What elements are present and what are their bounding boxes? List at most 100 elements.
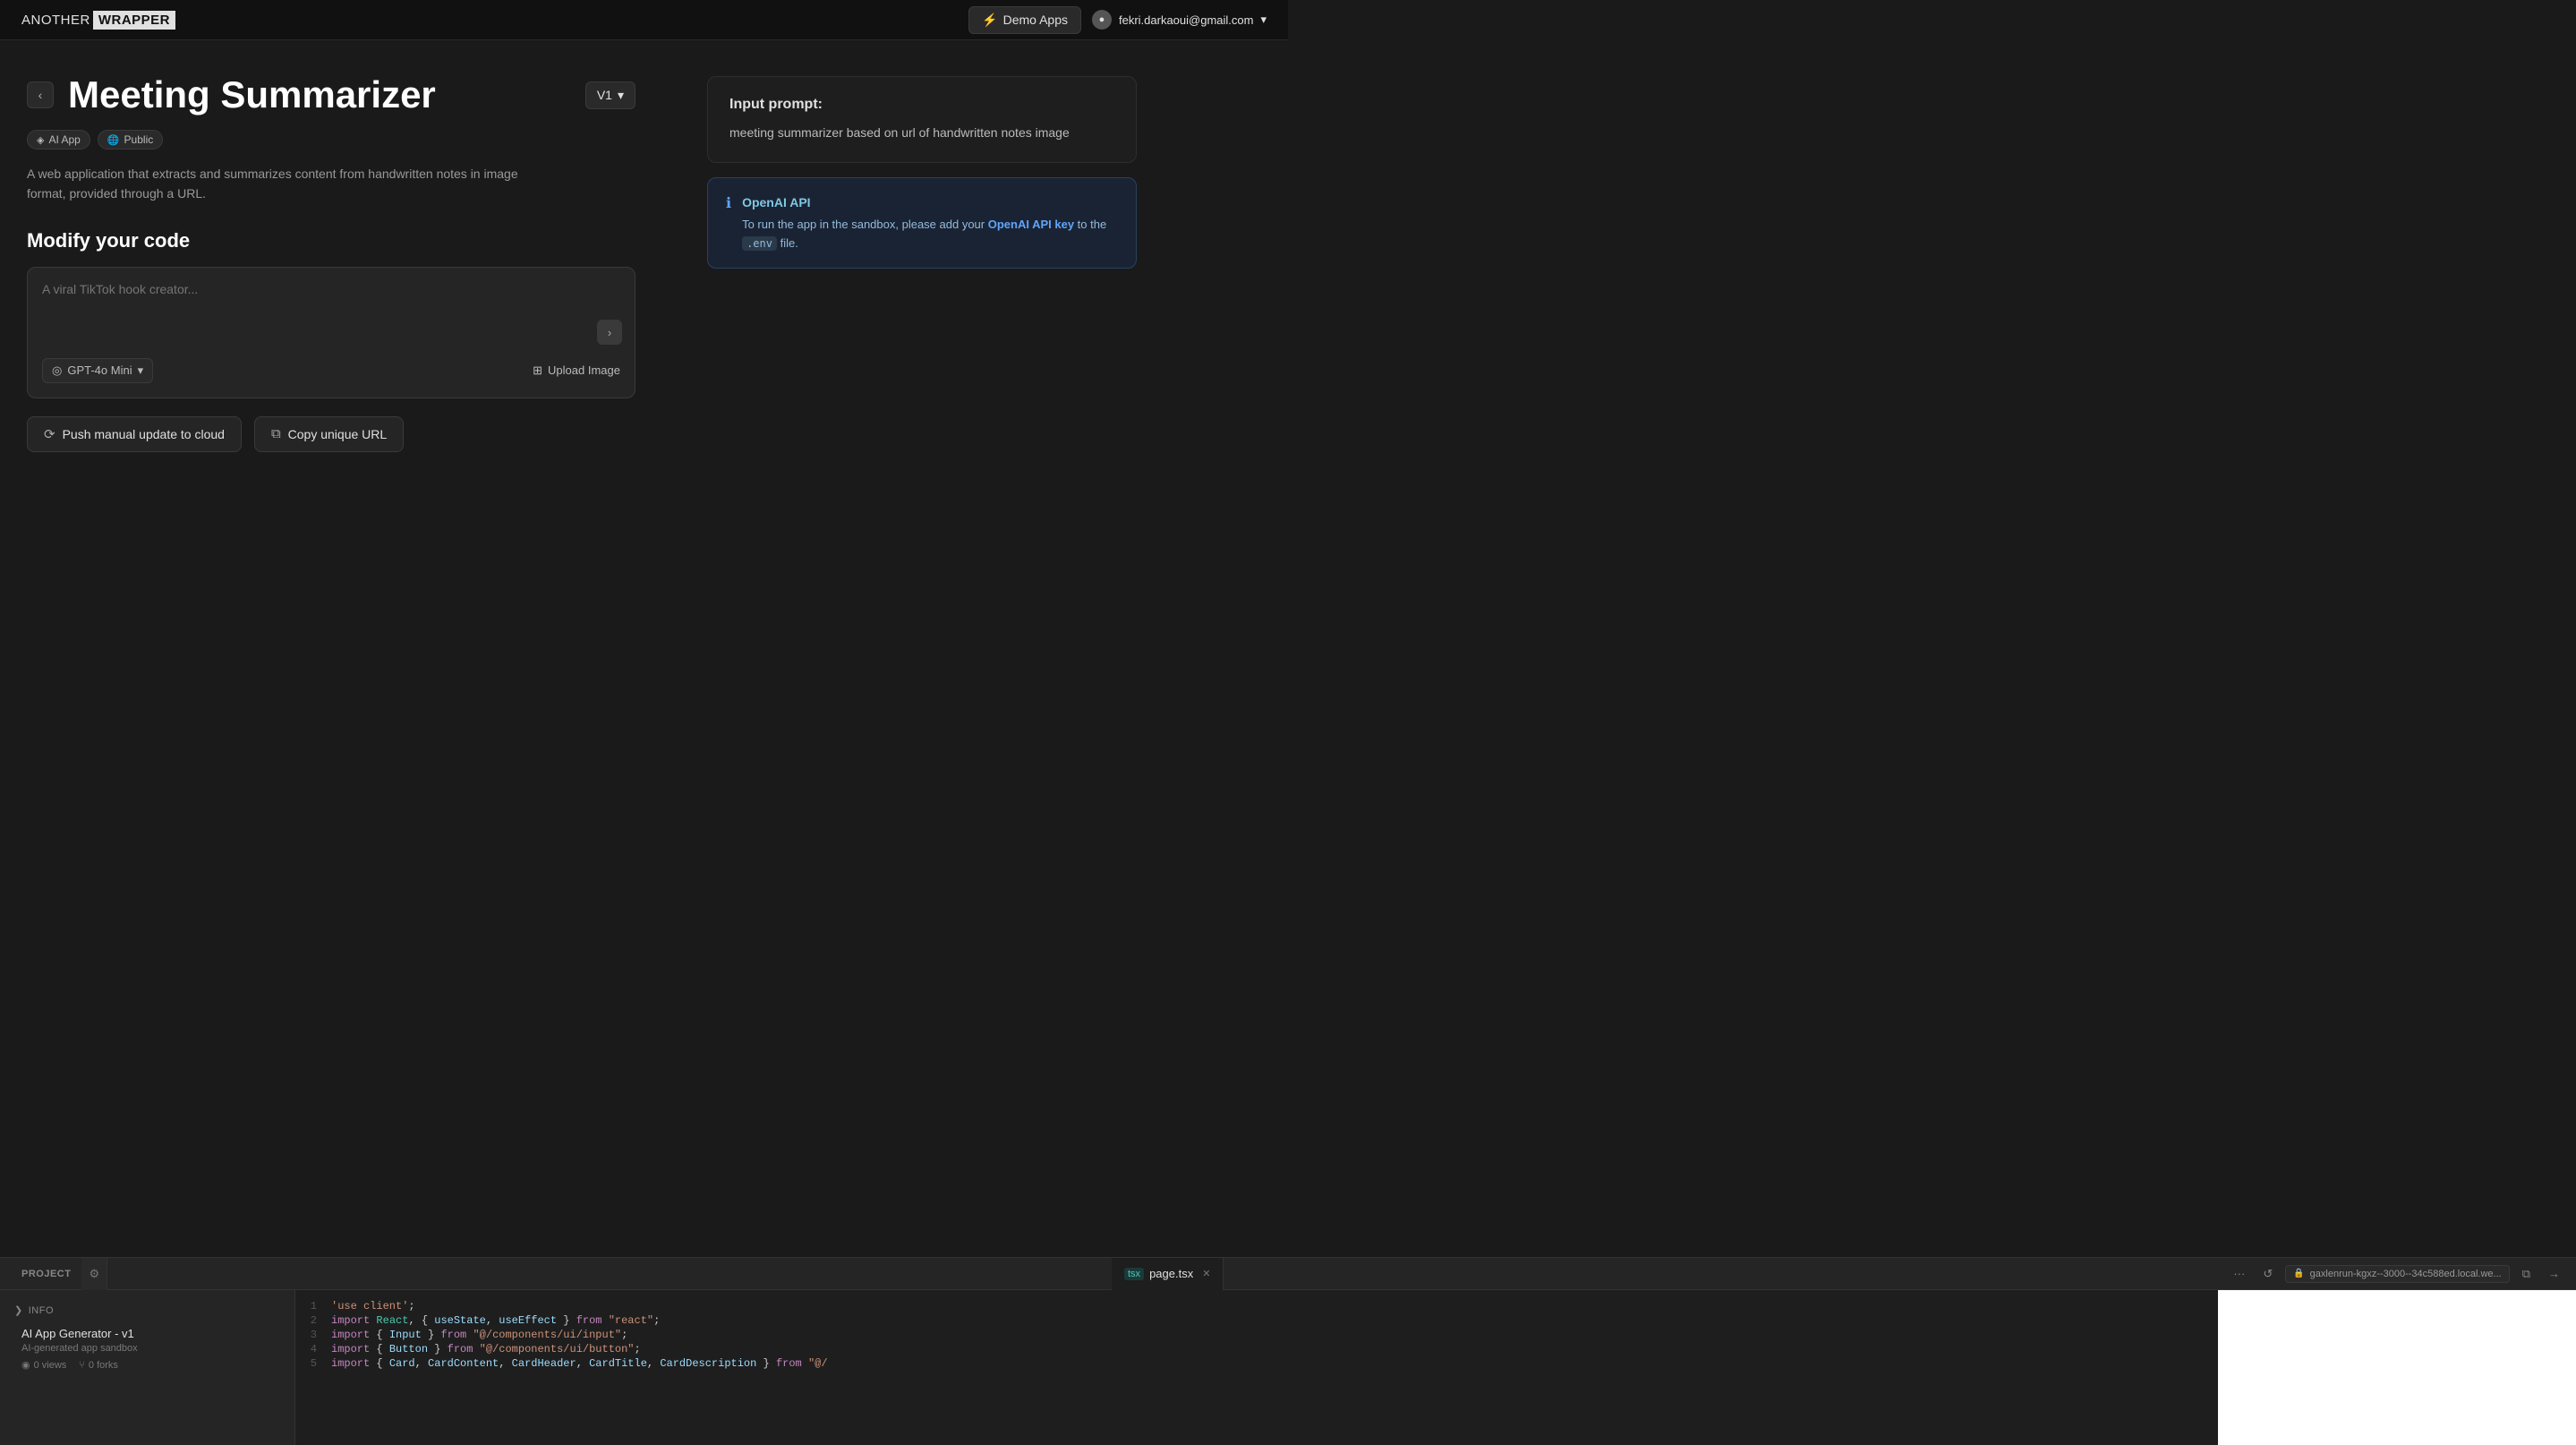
ai-app-tag: ◈ AI App (27, 130, 90, 150)
views-stat: ◉ 0 views (21, 1359, 66, 1371)
project-settings-icon[interactable]: ⚙ (89, 1267, 99, 1281)
arrow-right-button[interactable]: → (2543, 1265, 2565, 1282)
code-line-1: 1 'use client'; (295, 1299, 2218, 1313)
line-number-4: 4 (295, 1343, 331, 1355)
line-content-5: import { Card, CardContent, CardHeader, … (331, 1357, 828, 1370)
user-menu[interactable]: ● fekri.darkaoui@gmail.com ▾ (1092, 10, 1267, 30)
sidebar-app-name: AI App Generator - v1 (21, 1327, 273, 1340)
code-editor: 1 'use client'; 2 import React, { useSta… (295, 1290, 2218, 1445)
forks-count: 0 forks (89, 1360, 118, 1371)
editor-sidebar-section: ❯ INFO AI App Generator - v1 AI-generate… (0, 1299, 294, 1380)
lock-icon: 🔒 (2293, 1269, 2304, 1278)
input-prompt-label: Input prompt: (729, 97, 1114, 113)
send-button[interactable]: › (597, 320, 622, 345)
api-notice-content: OpenAI API To run the app in the sandbox… (742, 192, 1118, 253)
code-input-area: ◎ GPT-4o Mini ▾ ⊞ Upload Image › (27, 267, 635, 398)
refresh-button[interactable]: ↺ (2257, 1265, 2278, 1283)
code-line-5: 5 import { Card, CardContent, CardHeader… (295, 1356, 2218, 1371)
page-tsx-tab[interactable]: tsx page.tsx ✕ (1112, 1258, 1224, 1290)
chevron-right-icon: ❯ (14, 1304, 23, 1316)
code-line-2: 2 import React, { useState, useEffect } … (295, 1313, 2218, 1328)
eye-icon: ◉ (21, 1359, 30, 1371)
code-input-footer: ◎ GPT-4o Mini ▾ ⊞ Upload Image (42, 358, 620, 383)
line-number-3: 3 (295, 1329, 331, 1341)
logo-another-text: ANOTHER (21, 13, 90, 28)
push-update-button[interactable]: ⟳ Push manual update to cloud (27, 416, 242, 452)
header-right: ⚡ Demo Apps ● fekri.darkaoui@gmail.com ▾ (968, 6, 1267, 34)
api-key-link[interactable]: OpenAI API key (988, 218, 1074, 231)
modify-heading: Modify your code (27, 229, 635, 252)
app-description: A web application that extracts and summ… (27, 164, 528, 204)
copy-url-label: Copy unique URL (288, 427, 388, 441)
header: ANOTHER WRAPPER ⚡ Demo Apps ● fekri.dark… (0, 0, 1288, 40)
env-code: .env (742, 236, 777, 251)
code-textarea[interactable] (42, 282, 620, 345)
sidebar-stats: ◉ 0 views ⑂ 0 forks (21, 1359, 273, 1371)
line-content-2: import React, { useState, useEffect } fr… (331, 1314, 660, 1327)
send-icon: › (608, 326, 611, 339)
ai-tag-icon: ◈ (37, 134, 44, 146)
project-label: PROJECT (11, 1269, 81, 1279)
external-link-button[interactable]: ⧉ (2517, 1265, 2536, 1283)
more-options-button[interactable]: ··· (2228, 1265, 2250, 1282)
demo-apps-label: Demo Apps (1003, 13, 1068, 27)
line-content-4: import { Button } from "@/components/ui/… (331, 1343, 641, 1355)
tsx-icon: tsx (1124, 1268, 1144, 1280)
push-icon: ⟳ (44, 426, 55, 442)
tab-close-icon[interactable]: ✕ (1202, 1268, 1210, 1279)
sidebar-app-info: AI App Generator - v1 AI-generated app s… (14, 1323, 280, 1374)
version-selector[interactable]: V1 ▾ (585, 81, 635, 109)
tab-filename: page.tsx (1149, 1267, 1193, 1280)
code-line-4: 4 import { Button } from "@/components/u… (295, 1342, 2218, 1356)
model-label: GPT-4o Mini (67, 363, 132, 377)
fork-icon: ⑂ (79, 1360, 85, 1371)
upload-label: Upload Image (548, 363, 620, 377)
line-number-2: 2 (295, 1314, 331, 1327)
copy-url-button[interactable]: ⧉ Copy unique URL (254, 416, 404, 452)
back-icon: ‹ (38, 88, 43, 102)
input-prompt-text: meeting summarizer based on url of handw… (729, 124, 1114, 142)
editor-body: ❯ INFO AI App Generator - v1 AI-generate… (0, 1290, 2576, 1445)
bolt-icon: ⚡ (982, 13, 997, 28)
version-chevron-icon: ▾ (618, 88, 624, 103)
image-icon: ⊞ (533, 363, 542, 378)
chevron-down-icon: ▾ (1260, 13, 1267, 27)
bottom-editor: PROJECT ⚙ tsx page.tsx ✕ ··· ↺ 🔒 gaxlenr… (0, 1257, 2576, 1445)
tags-row: ◈ AI App 🌐 Public (27, 130, 635, 150)
upload-image-button[interactable]: ⊞ Upload Image (533, 363, 620, 378)
input-prompt-card: Input prompt: meeting summarizer based o… (707, 76, 1137, 163)
page-title: Meeting Summarizer (68, 76, 436, 114)
model-chevron-icon: ▾ (138, 363, 144, 378)
action-buttons: ⟳ Push manual update to cloud ⧉ Copy uni… (27, 416, 635, 452)
page-header: ‹ Meeting Summarizer V1 ▾ (27, 76, 635, 114)
line-number-5: 5 (295, 1357, 331, 1370)
line-content-1: 'use client'; (331, 1300, 415, 1312)
left-panel: ‹ Meeting Summarizer V1 ▾ ◈ AI App 🌐 Pub… (27, 76, 635, 452)
forks-stat: ⑂ 0 forks (79, 1359, 118, 1371)
api-notice-text: To run the app in the sandbox, please ad… (742, 218, 1106, 250)
ai-tag-label: AI App (48, 133, 80, 146)
code-line-3: 3 import { Input } from "@/components/ui… (295, 1328, 2218, 1342)
version-label: V1 (597, 88, 612, 102)
editor-tabs: PROJECT ⚙ tsx page.tsx ✕ ··· ↺ 🔒 gaxlenr… (0, 1258, 2576, 1290)
main-content: ‹ Meeting Summarizer V1 ▾ ◈ AI App 🌐 Pub… (0, 40, 1288, 488)
avatar-icon: ● (1099, 14, 1105, 25)
url-text: gaxlenrun-kgxz--3000--34c588ed.local.we.… (2310, 1269, 2502, 1279)
push-label: Push manual update to cloud (63, 427, 225, 441)
model-selector[interactable]: ◎ GPT-4o Mini ▾ (42, 358, 153, 383)
public-tag-label: Public (124, 133, 154, 146)
right-panel: Input prompt: meeting summarizer based o… (707, 76, 1137, 452)
copy-icon: ⧉ (271, 426, 281, 441)
public-tag: 🌐 Public (98, 130, 163, 150)
sidebar-info-title: ❯ INFO (14, 1304, 280, 1316)
sidebar-app-sub: AI-generated app sandbox (21, 1343, 273, 1354)
api-notice-title: OpenAI API (742, 192, 1118, 212)
logo-lockup: ANOTHER WRAPPER (21, 11, 175, 30)
back-button[interactable]: ‹ (27, 81, 54, 108)
line-number-1: 1 (295, 1300, 331, 1312)
model-icon: ◎ (52, 363, 62, 378)
line-content-3: import { Input } from "@/components/ui/i… (331, 1329, 627, 1341)
demo-apps-button[interactable]: ⚡ Demo Apps (968, 6, 1081, 34)
user-email: fekri.darkaoui@gmail.com (1119, 13, 1253, 27)
api-notice-card: ℹ OpenAI API To run the app in the sandb… (707, 177, 1137, 269)
